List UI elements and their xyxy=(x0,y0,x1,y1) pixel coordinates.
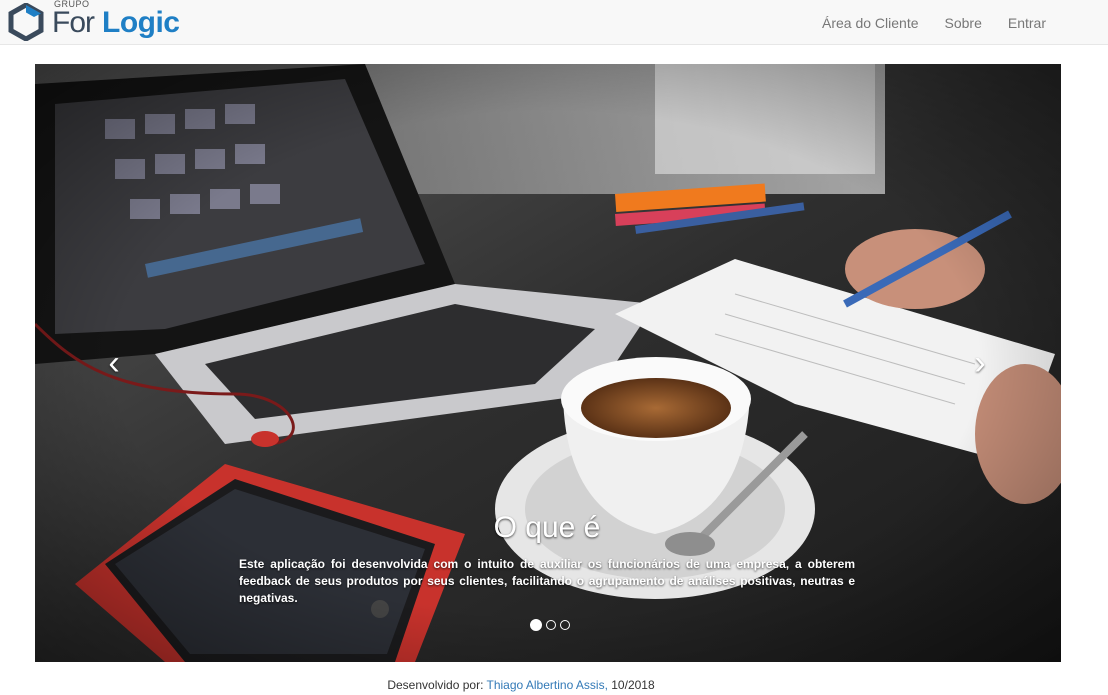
brand-wordmark: GRUPO For Logic xyxy=(52,0,192,42)
nav-link-sobre[interactable]: Sobre xyxy=(945,15,982,31)
chevron-left-icon: ‹ xyxy=(108,344,120,382)
footer-author-link[interactable]: Thiago Albertino Assis, xyxy=(487,678,608,692)
brand-name-logic: Logic xyxy=(102,6,180,39)
brand-name-for: For xyxy=(52,6,95,39)
page-footer: Desenvolvido por: Thiago Albertino Assis… xyxy=(0,678,1042,692)
forlogic-hexagon-icon xyxy=(8,3,44,41)
brand-logo[interactable]: GRUPO For Logic xyxy=(8,0,192,42)
top-navbar: GRUPO For Logic Área do Cliente Sobre En… xyxy=(0,0,1108,45)
carousel-next-button[interactable]: › xyxy=(965,346,995,380)
carousel-prev-button[interactable]: ‹ xyxy=(99,346,129,380)
carousel-indicator-2[interactable] xyxy=(546,620,556,630)
hero-carousel: ‹ › O que é Este aplicação foi desenvolv… xyxy=(35,64,1061,662)
carousel-indicator-1[interactable] xyxy=(530,619,542,631)
nav-links: Área do Cliente Sobre Entrar xyxy=(796,0,1046,45)
carousel-indicators xyxy=(528,619,572,631)
nav-link-entrar[interactable]: Entrar xyxy=(1008,15,1046,31)
chevron-right-icon: › xyxy=(974,344,986,382)
carousel-caption: O que é Este aplicação foi desenvolvida … xyxy=(239,508,855,607)
carousel-indicator-3[interactable] xyxy=(560,620,570,630)
nav-link-area-do-cliente[interactable]: Área do Cliente xyxy=(822,15,919,31)
carousel-caption-title: O que é xyxy=(493,511,601,544)
footer-date: 10/2018 xyxy=(607,678,655,692)
carousel-caption-text: Este aplicação foi desenvolvida com o in… xyxy=(239,557,855,605)
footer-prefix: Desenvolvido por: xyxy=(387,678,487,692)
